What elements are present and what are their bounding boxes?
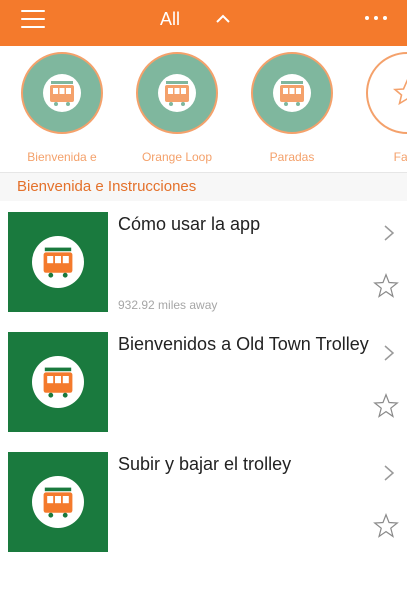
item-thumbnail xyxy=(8,452,108,552)
category-circle xyxy=(251,52,333,134)
category-label: Paradas xyxy=(269,150,315,164)
filter-label: All xyxy=(160,9,181,29)
star-icon[interactable] xyxy=(373,393,399,419)
chevron-up-icon xyxy=(216,14,230,23)
category-label: Favo xyxy=(393,150,407,164)
item-title: Bienvenidos a Old Town Trolley xyxy=(118,334,369,354)
list-item[interactable]: Cómo usar la app 932.92 miles away xyxy=(0,212,407,332)
category-carousel[interactable]: Bienvenida e Orange Loop Paradas Fa xyxy=(0,46,407,173)
trolley-icon xyxy=(165,81,189,106)
trolley-icon xyxy=(43,247,73,278)
category-circle xyxy=(136,52,218,134)
top-nav-bar: All xyxy=(0,0,407,46)
trolley-icon xyxy=(43,367,73,398)
category-label: Orange Loop xyxy=(141,150,213,164)
category-label: Bienvenida e xyxy=(27,150,97,164)
section-title: Bienvenida e Instrucciones xyxy=(17,178,197,195)
star-icon[interactable] xyxy=(373,273,399,299)
list-item[interactable]: Subir y bajar el trolley xyxy=(0,452,407,572)
star-icon xyxy=(392,79,407,106)
trolley-icon xyxy=(50,81,74,106)
star-icon[interactable] xyxy=(373,513,399,539)
item-title: Subir y bajar el trolley xyxy=(118,454,292,474)
category-favoritos[interactable]: Favo xyxy=(357,52,407,172)
item-thumbnail xyxy=(8,212,108,312)
filter-dropdown[interactable]: All xyxy=(160,8,231,30)
trolley-icon xyxy=(280,81,304,106)
chevron-right-icon[interactable] xyxy=(382,344,396,362)
section-header: Bienvenida e Instrucciones xyxy=(0,173,407,201)
more-options-icon[interactable] xyxy=(365,16,387,22)
menu-icon[interactable] xyxy=(21,10,45,28)
category-circle xyxy=(21,52,103,134)
category-bienvenida[interactable]: Bienvenida e xyxy=(12,52,112,172)
category-paradas[interactable]: Paradas xyxy=(242,52,342,172)
chevron-right-icon[interactable] xyxy=(382,224,396,242)
item-distance: 932.92 miles away xyxy=(118,298,218,312)
category-circle xyxy=(366,52,407,134)
category-orange-loop[interactable]: Orange Loop xyxy=(127,52,227,172)
item-title: Cómo usar la app xyxy=(118,214,261,234)
list-item[interactable]: Bienvenidos a Old Town Trolley xyxy=(0,332,407,452)
chevron-right-icon[interactable] xyxy=(382,464,396,482)
trolley-icon xyxy=(43,487,73,518)
item-thumbnail xyxy=(8,332,108,432)
